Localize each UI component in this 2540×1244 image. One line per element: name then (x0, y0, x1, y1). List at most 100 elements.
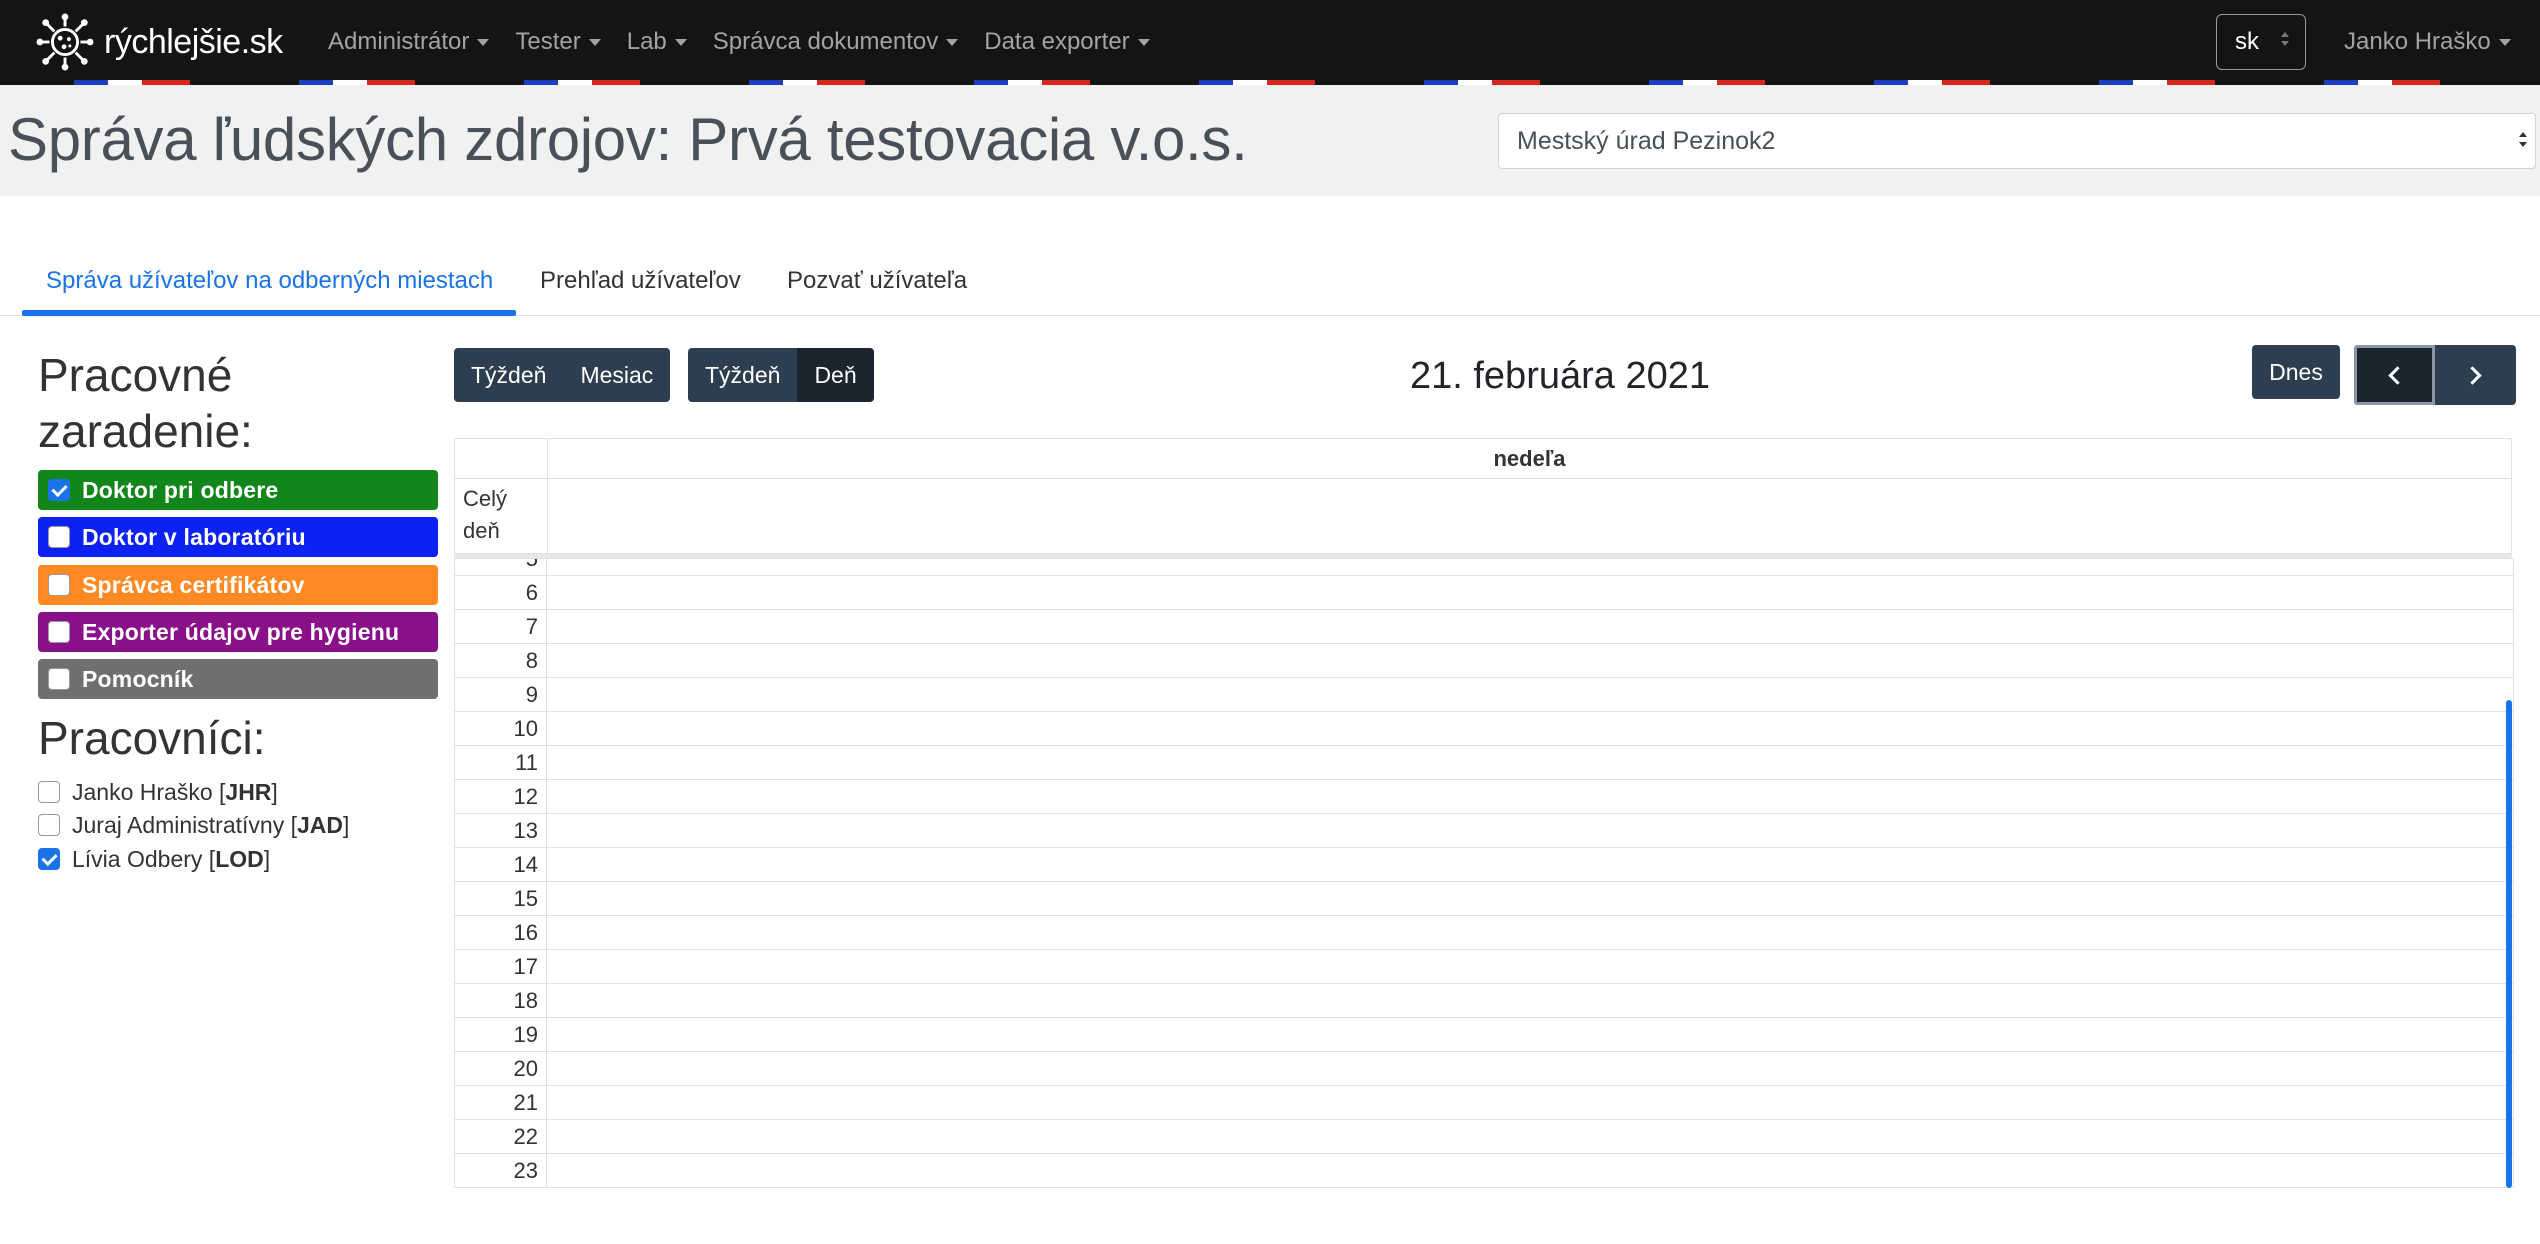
menu-data-exporter[interactable]: Data exporter (984, 28, 1150, 56)
roles-heading-line1: Pracovné (38, 349, 233, 401)
tab-user-overview[interactable]: Prehľad užívateľov (540, 246, 741, 316)
hour-row[interactable]: 18 (455, 984, 2513, 1018)
select-arrows-icon (2519, 132, 2527, 147)
menu-document-manager[interactable]: Správca dokumentov (713, 28, 959, 56)
office-select[interactable]: Mestský úrad Pezinok2 (1498, 113, 2536, 169)
tab-bar: Správa užívateľov na odberných miestach … (0, 246, 2540, 316)
role-doctor-lab[interactable]: Doktor v laboratóriu (38, 517, 438, 557)
hour-row[interactable]: 14 (455, 848, 2513, 882)
hour-label: 5 (455, 559, 547, 576)
brand[interactable]: rýchlejšie.sk (36, 12, 283, 72)
hour-label: 21 (455, 1086, 547, 1120)
hour-row[interactable]: 16 (455, 916, 2513, 950)
caret-down-icon (674, 38, 687, 46)
hour-label: 15 (455, 882, 547, 916)
hour-label: 6 (455, 576, 547, 610)
hour-row[interactable]: 11 (455, 746, 2513, 780)
prev-button[interactable] (2354, 345, 2435, 405)
brand-name: rýchlejšie.sk (104, 22, 283, 61)
caret-down-icon (588, 38, 601, 46)
hour-label: 14 (455, 848, 547, 882)
top-navbar: rýchlejšie.sk Administrátor Tester Lab S… (0, 0, 2540, 84)
hour-row[interactable]: 12 (455, 780, 2513, 814)
today-button[interactable]: Dnes (2252, 345, 2340, 399)
worker-item[interactable]: Juraj Administratívny [JAD] (38, 810, 349, 840)
week-view-button[interactable]: Týždeň (688, 348, 798, 402)
main-menu: Administrátor Tester Lab Správca dokumen… (328, 0, 1150, 84)
role-certificate-manager[interactable]: Správca certifikátov (38, 565, 438, 605)
checkbox[interactable] (48, 668, 70, 690)
hour-label: 23 (455, 1154, 547, 1187)
menu-label: Data exporter (984, 28, 1130, 55)
hour-label: 16 (455, 916, 547, 950)
hour-row[interactable]: 23 (455, 1154, 2513, 1187)
hour-label: 17 (455, 950, 547, 984)
view-group-2: Týždeň Deň (688, 348, 874, 402)
caret-down-icon (1137, 38, 1150, 46)
checkbox[interactable] (48, 479, 70, 501)
hour-row[interactable]: 17 (455, 950, 2513, 984)
hour-row[interactable]: 15 (455, 882, 2513, 916)
user-menu[interactable]: Janko Hraško (2344, 0, 2511, 84)
chevron-left-icon (2388, 365, 2407, 385)
next-button[interactable] (2435, 345, 2516, 405)
worker-name: Lívia Odbery (72, 845, 203, 872)
checkbox[interactable] (48, 526, 70, 548)
user-name: Janko Hraško (2344, 28, 2491, 55)
header-corner (455, 439, 547, 479)
tab-user-management[interactable]: Správa užívateľov na odberných miestach (46, 246, 493, 316)
menu-lab[interactable]: Lab (627, 28, 687, 56)
hour-label: 9 (455, 678, 547, 712)
hour-row[interactable]: 6 (455, 576, 2513, 610)
day-view-button[interactable]: Deň (797, 348, 874, 402)
checkbox[interactable] (48, 621, 70, 643)
page-title: Správa ľudských zdrojov: Prvá testovacia… (8, 106, 1248, 173)
worker-item[interactable]: Janko Hraško [JHR] (38, 777, 278, 807)
hour-label: 7 (455, 610, 547, 644)
workers-heading: Pracovníci: (38, 712, 266, 764)
menu-administrator[interactable]: Administrátor (328, 28, 490, 56)
month-view-button[interactable]: Mesiac (563, 348, 671, 402)
checkbox[interactable] (48, 574, 70, 596)
menu-tester[interactable]: Tester (515, 28, 601, 56)
menu-label: Tester (515, 28, 581, 55)
calendar-scrollbar[interactable] (2506, 700, 2512, 1188)
hour-label: 10 (455, 712, 547, 746)
hour-label: 22 (455, 1120, 547, 1154)
select-arrows-icon (2281, 32, 2289, 46)
worker-code: LOD (215, 845, 264, 872)
tab-invite-user[interactable]: Pozvať užívateľa (787, 246, 967, 316)
week-view-button[interactable]: Týždeň (454, 348, 564, 402)
hour-row[interactable]: 9 (455, 678, 2513, 712)
worker-item[interactable]: Lívia Odbery [LOD] (38, 844, 270, 874)
hour-row[interactable]: 22 (455, 1120, 2513, 1154)
hour-label: 18 (455, 984, 547, 1018)
hour-row[interactable]: 19 (455, 1018, 2513, 1052)
menu-label: Lab (626, 28, 667, 55)
hour-row[interactable]: 10 (455, 712, 2513, 746)
hour-label: 13 (455, 814, 547, 848)
hour-row[interactable]: 8 (455, 644, 2513, 678)
caret-down-icon (2498, 38, 2511, 46)
role-label: Doktor pri odbere (82, 476, 279, 503)
role-label: Správca certifikátov (82, 571, 305, 598)
language-select[interactable]: sk (2216, 14, 2306, 70)
hour-label: 11 (455, 746, 547, 780)
caret-down-icon (477, 38, 490, 46)
hour-row[interactable]: 20 (455, 1052, 2513, 1086)
role-helper[interactable]: Pomocník (38, 659, 438, 699)
checkbox[interactable] (38, 814, 60, 836)
hour-row[interactable]: 7 (455, 610, 2513, 644)
active-tab-indicator (22, 310, 516, 316)
checkbox[interactable] (38, 781, 60, 803)
hour-row[interactable]: 5 (455, 559, 2513, 576)
calendar-time-grid[interactable]: 5 6 7 8 9 10 11 12 13 14 15 16 17 18 19 20 21 22 23 (454, 558, 2514, 1188)
roles-heading: Pracovné zaradenie: (38, 347, 253, 459)
role-hygiene-exporter[interactable]: Exporter údajov pre hygienu (38, 612, 438, 652)
hour-row[interactable]: 21 (455, 1086, 2513, 1120)
hour-label: 19 (455, 1018, 547, 1052)
hour-row[interactable]: 13 (455, 814, 2513, 848)
checkbox[interactable] (38, 848, 60, 870)
allday-cell[interactable] (547, 479, 2511, 553)
role-doctor-collection[interactable]: Doktor pri odbere (38, 470, 438, 510)
